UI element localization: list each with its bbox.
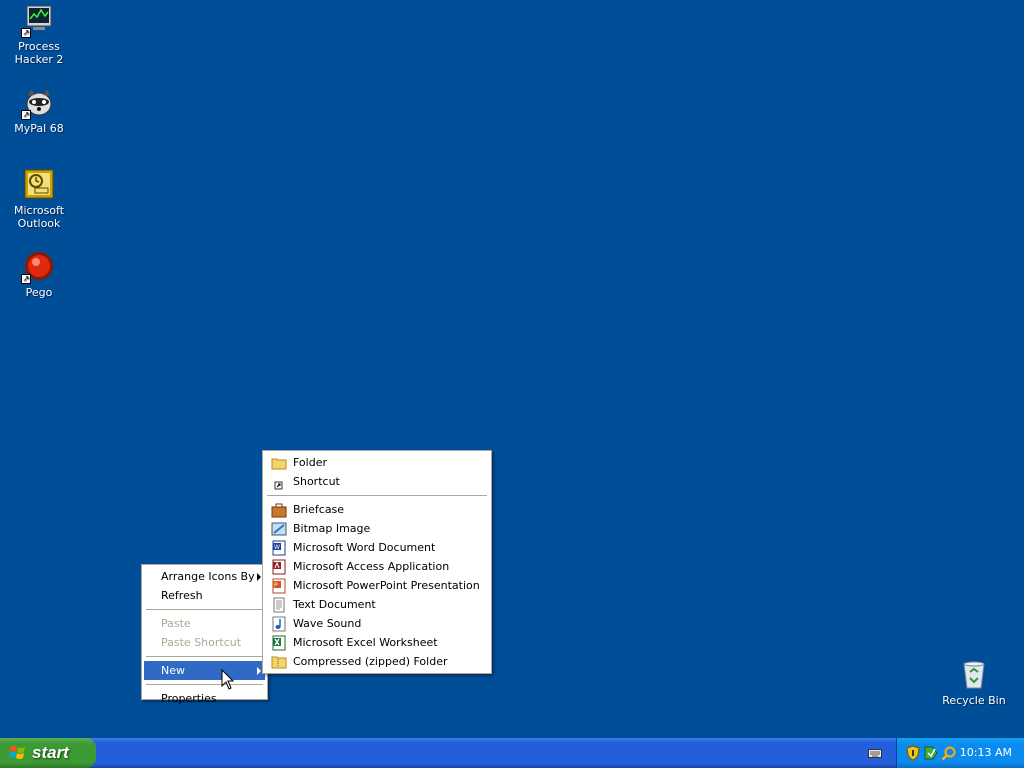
menu-item-arrange-icons-by[interactable]: Arrange Icons By [144, 567, 265, 586]
menu-item-new[interactable]: New [144, 661, 265, 680]
new-submenu: Folder Shortcut Briefcase Bitmap Image W… [262, 450, 492, 674]
desktop-icon-label: Pego [25, 286, 53, 299]
svg-text:P: P [274, 582, 278, 589]
system-tray: 10:13 AM [896, 738, 1024, 768]
menu-item-label: Shortcut [293, 475, 340, 488]
menu-separator [146, 684, 263, 685]
powerpoint-icon: P [272, 578, 286, 594]
menu-item-label: Arrange Icons By [161, 570, 255, 583]
menu-item-properties[interactable]: Properties [144, 689, 265, 708]
mouse-cursor-icon [221, 669, 235, 690]
menu-item-label: Text Document [293, 598, 376, 611]
new-menu-item-shortcut[interactable]: Shortcut [265, 472, 489, 491]
menu-item-paste-shortcut: Paste Shortcut [144, 633, 265, 652]
new-menu-item-bitmap-image[interactable]: Bitmap Image [265, 519, 489, 538]
menu-item-label: Properties [161, 692, 217, 705]
keyboard-icon[interactable] [868, 747, 882, 759]
desktop-icon-label: Microsoft Outlook [13, 204, 65, 230]
menu-item-label: Microsoft Excel Worksheet [293, 636, 438, 649]
folder-icon [271, 458, 287, 470]
briefcase-icon [271, 503, 287, 518]
outlook-icon [23, 168, 55, 200]
start-label: start [32, 743, 69, 762]
new-menu-item-wave-sound[interactable]: Wave Sound [265, 614, 489, 633]
menu-item-label: Paste Shortcut [161, 636, 242, 649]
menu-separator [146, 609, 263, 610]
menu-item-label: Briefcase [293, 503, 345, 516]
menu-separator [146, 656, 263, 657]
svg-text:W: W [274, 544, 280, 551]
zip-folder-icon [271, 656, 287, 669]
new-menu-item-access-application[interactable]: Microsoft Access Application [265, 557, 489, 576]
desktop[interactable]: ↗ Process Hacker 2 ↗ MyPal 68 Microsoft … [0, 0, 1024, 738]
new-menu-item-powerpoint-presentation[interactable]: P Microsoft PowerPoint Presentation [265, 576, 489, 595]
clock[interactable]: 10:13 AM [960, 738, 1012, 768]
desktop-icon-outlook[interactable]: Microsoft Outlook [0, 168, 78, 230]
submenu-arrow-icon [257, 573, 261, 581]
desktop-icon-label: Process Hacker 2 [14, 40, 64, 66]
desktop-icon-pego[interactable]: ↗ Pego [0, 250, 78, 299]
new-menu-item-folder[interactable]: Folder [265, 453, 489, 472]
start-button[interactable]: start [0, 738, 96, 768]
security-shield-icon[interactable] [905, 745, 921, 761]
taskbar: start 10:13 AM [0, 738, 1024, 768]
excel-icon [272, 635, 286, 651]
bitmap-icon [271, 522, 287, 536]
menu-item-paste: Paste [144, 614, 265, 633]
menu-item-label: Wave Sound [293, 617, 362, 630]
desktop-icon-recycle-bin[interactable]: Recycle Bin [935, 658, 1013, 707]
desktop-icon-process-hacker[interactable]: ↗ Process Hacker 2 [0, 4, 78, 66]
text-document-icon [273, 597, 285, 613]
windows-logo-icon [9, 746, 25, 759]
new-menu-item-briefcase[interactable]: Briefcase [265, 500, 489, 519]
wave-sound-icon [272, 616, 286, 632]
menu-item-label: New [161, 664, 185, 677]
menu-item-label: Refresh [161, 589, 203, 602]
menu-item-label: Folder [293, 456, 327, 469]
menu-item-label: Paste [161, 617, 191, 630]
process-hacker-icon: ↗ [21, 4, 55, 38]
menu-item-label: Microsoft PowerPoint Presentation [293, 579, 480, 592]
network-update-icon[interactable] [923, 745, 939, 761]
new-menu-item-excel-worksheet[interactable]: Microsoft Excel Worksheet [265, 633, 489, 652]
menu-item-label: Bitmap Image [293, 522, 371, 535]
shortcut-icon [274, 481, 283, 490]
menu-item-label: Compressed (zipped) Folder [293, 655, 448, 668]
desktop-icon-label: MyPal 68 [14, 122, 64, 135]
new-menu-item-compressed-folder[interactable]: Compressed (zipped) Folder [265, 652, 489, 671]
submenu-arrow-icon [257, 667, 261, 675]
new-menu-item-word-document[interactable]: W Microsoft Word Document [265, 538, 489, 557]
menu-item-label: Microsoft Word Document [293, 541, 436, 554]
menu-item-label: Microsoft Access Application [293, 560, 450, 573]
access-icon [272, 559, 286, 575]
word-icon: W [272, 540, 286, 556]
mypal-icon: ↗ [21, 86, 55, 120]
search-magnifier-icon[interactable] [941, 745, 957, 761]
pego-icon: ↗ [21, 250, 55, 284]
desktop-icon-label: Recycle Bin [942, 694, 1006, 707]
recycle-bin-icon [958, 658, 990, 690]
desktop-context-menu: Arrange Icons By Refresh Paste Paste Sho… [141, 564, 268, 705]
menu-item-refresh[interactable]: Refresh [144, 586, 265, 605]
new-menu-item-text-document[interactable]: Text Document [265, 595, 489, 614]
desktop-icon-mypal[interactable]: ↗ MyPal 68 [0, 86, 78, 135]
menu-separator [267, 495, 487, 496]
